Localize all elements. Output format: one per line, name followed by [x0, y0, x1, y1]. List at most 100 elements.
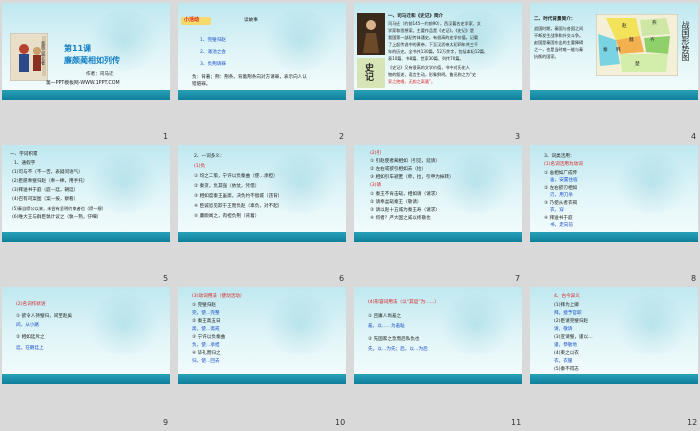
text-line: 抗衡的国家。 — [534, 54, 559, 59]
map-region-label: 赵 — [622, 24, 627, 29]
slide-number-label: 11 — [511, 418, 522, 427]
map-region-label: 魏 — [629, 38, 634, 43]
text-line: 拜，授予官职 — [554, 311, 582, 316]
text-line: 表10篇、书8篇、世家30篇、列传70篇。 — [388, 56, 464, 61]
text-line: 羞，以……为羞耻 — [368, 324, 405, 329]
text-line: ② 先国家之急而后私仇也 — [368, 337, 420, 342]
slide-11[interactable]: (4)形容词用法（以“其运”为……） ① 且庸人尚羞之 羞，以……为羞耻 ② 先… — [354, 287, 522, 384]
text-line: (3)动词用法（使动活动） — [192, 294, 245, 299]
text-line: (1)可与不（不—否，表疑问语气） — [12, 170, 83, 175]
list-item: 1、完璧归赵 — [200, 38, 226, 43]
slide-number-label: 3 — [515, 132, 521, 141]
text-line: 衣，穿 — [550, 208, 564, 213]
slide-4[interactable]: 二、时代背景简介： 战国时期，秦国与各国之间 不断发生战争和外交斗争。 赵国是秦… — [530, 3, 698, 100]
text-line: 书，走向前 — [550, 223, 573, 228]
book-text: 我国古典名著 — [41, 41, 46, 65]
site-url: 第一PPT模板网-WWW.1PPT.COM — [46, 81, 120, 86]
text-line: 廷，在朝廷上 — [16, 346, 44, 351]
text-line: 家之绝唱，无韵之离骚”。 — [388, 79, 436, 84]
slide-3[interactable]: 史记 一、司马迁和《史记》简介 司马迁（约前145—约前90），西汉著名史学家、… — [354, 3, 522, 100]
text-line: 完，使…完整 — [192, 311, 220, 316]
text-line: 归，使…回去 — [192, 359, 220, 364]
map-region-label: 燕 — [652, 21, 657, 26]
slide-number-label: 10 — [335, 418, 346, 427]
slide-number-label: 1 — [163, 132, 169, 141]
slide-watermark — [612, 295, 692, 355]
text-line: ② 左右或欲引相如去（拉） — [370, 167, 427, 172]
slide-watermark — [612, 153, 692, 213]
book-title: 史记 — [363, 63, 373, 81]
text-line: (3)拜送书于庭（庭—廷，朝廷） — [12, 188, 79, 193]
slide-12[interactable]: 4、古今异义 (1)拜为上卿 拜，授予官职 (2)臣请完璧归赵 请，敬请 (3)… — [530, 287, 698, 384]
slide-8[interactable]: 3、词类活用： (1)名词活用为动词 ① 舍相如广成传 舍，安置住宿 ② 左右欲… — [530, 145, 698, 242]
map-region-label: 秦 — [603, 48, 608, 53]
text-line: 4、古今异义 — [554, 294, 580, 299]
slide-6[interactable]: 2、一词多义： (1)负 ① 均之二策，宁许以负秦曲（使…承担） ② 秦贪，负其… — [178, 145, 346, 242]
text-line: ④ 毕礼而归之 — [192, 351, 221, 356]
slide-9[interactable]: (2)名词作状语 ① 欲令人持璧归，间至赵矣 间，从小路 ② 相如廷斥之 廷，在… — [2, 287, 170, 384]
text-line: (6)唯大王与群臣孰计议之（孰—熟，仔细） — [12, 215, 102, 220]
text-line: 3、词类活用： — [544, 154, 575, 159]
portrait-illustration — [357, 13, 385, 55]
text-line: ① 欲令人持璧归，间至赵矣 — [16, 314, 73, 319]
text-line: ② 秦贪，负其强（依仗，凭借） — [194, 184, 260, 189]
text-line: (2)名词作状语 — [16, 302, 46, 307]
text-line: ② 相如廷斥之 — [16, 335, 45, 340]
text-line: ① 秦王不肯击缻，相如请（请求） — [370, 192, 440, 197]
map-region-label: 韩 — [616, 48, 621, 53]
slide-number-label: 12 — [687, 418, 698, 427]
text-line: 舍，安置住宿 — [550, 178, 578, 183]
slide-number-label: 9 — [163, 418, 169, 427]
text-line: (2)臣愿奉璧归赵（奉—捧，用手托） — [12, 179, 88, 184]
text-line: ① 均之二策，宁许以负秦曲（使…承担） — [194, 174, 278, 179]
slide-title: 第11课 — [64, 44, 92, 53]
text-line: (3)宣请璧，谨以… — [554, 335, 593, 340]
text-line: ⑤ 廉颇闻之，肉袒负荆（背着） — [194, 214, 260, 219]
text-line: 2、一词多义： — [194, 154, 225, 159]
section-heading: 读故事 — [244, 18, 258, 23]
slide-number-label: 8 — [691, 274, 697, 283]
text-line: ③ 宁许以负秦曲 — [192, 335, 226, 340]
text-line: ④ 何者？严大国之威以修敬也 — [370, 216, 431, 221]
text-line: ② 秦王斋五日 — [192, 319, 221, 324]
slide-watermark — [260, 11, 340, 71]
text-line: ③ 相如度秦王虽斋，决负约不偿城（违背） — [194, 194, 283, 199]
author: 作者：司马迁 — [86, 72, 114, 77]
text-line: (2)引 — [370, 151, 382, 156]
text-line: 先，以…为先；后，以…为后 — [368, 347, 428, 352]
text-line: ③ 相如引车避匿（牵，拉，引申为掉转） — [370, 175, 454, 180]
slide-10[interactable]: (3)动词用法（使动活动） ① 完璧归赵 完，使…完整 ② 秦王斋五日 斋，使…… — [178, 287, 346, 384]
text-line: 负，使…承担 — [192, 343, 220, 348]
text-line: (5)秦不得志 — [554, 367, 579, 372]
text-line: ② 请奉盆缻秦王（敬请） — [370, 200, 422, 205]
map-region-label: 楚 — [635, 62, 640, 67]
slide-1[interactable]: 我国古典名著 第11课 廉颇蔺相如列传 作者：司马迁 第一PPT模板网-WWW.… — [2, 3, 170, 100]
text-line: 二、时代背景简介： — [534, 17, 576, 22]
slide-number-label: 6 — [339, 274, 345, 283]
body-text: 错赔罪。 — [192, 82, 211, 87]
text-line: 斋，使…斋戒 — [192, 327, 220, 332]
map-caption: 战国形势图 — [681, 21, 690, 61]
slide-5[interactable]: 一、字词积累 1、通假字 (1)可与不（不—否，表疑问语气） (2)臣愿奉璧归赵… — [2, 145, 170, 242]
text-line: (1)负 — [194, 164, 206, 169]
map-region-label: 齐 — [650, 38, 655, 43]
slide-number-label: 7 — [515, 274, 521, 283]
text-line: (2)臣请完璧归赵 — [554, 319, 589, 324]
text-line: (5)秦自缪公以来，未尝有坚明约束者也（缪—穆） — [12, 206, 106, 211]
slide-watermark — [260, 295, 340, 355]
text-line: ① 且庸人尚羞之 — [368, 314, 402, 319]
slide-subtitle: 廉颇蔺相如列传 — [64, 56, 120, 65]
text-line: (3)请 — [370, 183, 382, 188]
slide-2[interactable]: 小活动 读故事 1、完璧归赵 2、渑池之会 3、负荆请罪 负：背著；荆：荆条。背… — [178, 3, 346, 100]
text-line: 1、通假字 — [14, 161, 36, 166]
slide-number-label: 2 — [339, 132, 345, 141]
slide-7[interactable]: (2)引 ① 引赵使者蔺相如（引见，延请） ② 左右或欲引相如去（拉） ③ 相如… — [354, 145, 522, 242]
text-line: (4)束之以衣 — [554, 351, 579, 356]
text-line: (4)召有司案图（案—按，察看） — [12, 197, 79, 202]
activity-badge-text: 小活动 — [184, 17, 200, 23]
text-line: 间，从小路 — [16, 323, 39, 328]
slide-watermark — [436, 153, 516, 213]
list-item: 2、渑池之会 — [200, 50, 226, 55]
text-line: 谨，恭敬地 — [554, 343, 577, 348]
slide-number-label: 4 — [691, 132, 697, 141]
